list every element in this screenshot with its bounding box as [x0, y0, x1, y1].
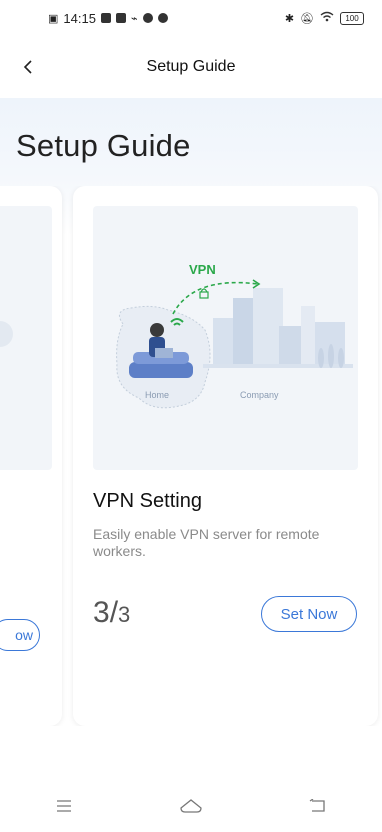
- hero-title: Setup Guide: [16, 128, 191, 163]
- laptop: [155, 348, 173, 358]
- lock-icon: [199, 291, 209, 299]
- page-separator: /: [109, 596, 119, 629]
- person-head: [150, 323, 164, 337]
- home-button[interactable]: [171, 790, 211, 822]
- sofa: [129, 362, 193, 378]
- status-left: ▣ 14:15 ⌁: [48, 11, 168, 26]
- screenshot-icon: ▣: [48, 12, 59, 25]
- card-description: Easily enable VPN server for remote work…: [93, 526, 320, 559]
- wifi-icon: [320, 11, 334, 25]
- previous-card-set-now-button[interactable]: ow: [0, 619, 40, 651]
- back-nav-button[interactable]: [298, 790, 338, 822]
- previous-card-button-label: ow: [15, 627, 33, 643]
- chevron-left-icon: [23, 60, 32, 74]
- vpn-label: VPN: [189, 262, 216, 277]
- page-indicator: 3/3: [93, 596, 130, 630]
- previous-guide-card[interactable]: ow: [0, 186, 62, 726]
- tree: [338, 348, 344, 368]
- status-right: ✱ 🔕︎ 100: [285, 11, 364, 25]
- back-icon: [309, 799, 325, 812]
- status-bar: ▣ 14:15 ⌁ ✱ 🔕︎ 100: [0, 0, 382, 36]
- bluetooth-icon: ✱: [284, 12, 295, 25]
- building: [301, 306, 315, 364]
- back-button[interactable]: [14, 53, 42, 81]
- tree: [318, 348, 324, 368]
- battery-indicator: 100: [340, 11, 364, 25]
- card-title: VPN Setting: [93, 490, 202, 512]
- page-current: 3: [93, 596, 110, 629]
- cloud-icon: [142, 13, 153, 23]
- page-title: Setup Guide: [146, 58, 236, 75]
- vpn-guide-card[interactable]: VPN Home Company VPN Setting Easily enab…: [73, 186, 378, 726]
- tree: [328, 344, 334, 368]
- home-icon: [180, 799, 202, 813]
- mute-icon: 🔕︎: [300, 12, 314, 25]
- system-navigation-bar: [0, 780, 382, 832]
- guide-carousel[interactable]: ow VPN Home Company VPN Setting Easily e…: [0, 186, 382, 726]
- usb-icon: ⌁: [130, 12, 138, 25]
- sync-icon: [157, 13, 168, 23]
- status-time: 14:15: [63, 10, 96, 26]
- top-navigation: Setup Guide: [0, 36, 382, 98]
- vpn-illustration: VPN Home Company: [93, 206, 358, 470]
- home-label: Home: [145, 390, 170, 400]
- menu-icon: [56, 800, 71, 812]
- app-icon: [115, 13, 126, 23]
- building: [279, 326, 301, 364]
- company-label: Company: [240, 390, 279, 400]
- building: [253, 288, 283, 364]
- building: [233, 298, 255, 364]
- set-now-button[interactable]: Set Now: [261, 596, 357, 632]
- page-total: 3: [118, 602, 131, 627]
- vpn-illustration-graphic: [116, 279, 353, 409]
- notification-icon: [100, 13, 111, 23]
- recent-apps-button[interactable]: [44, 790, 84, 822]
